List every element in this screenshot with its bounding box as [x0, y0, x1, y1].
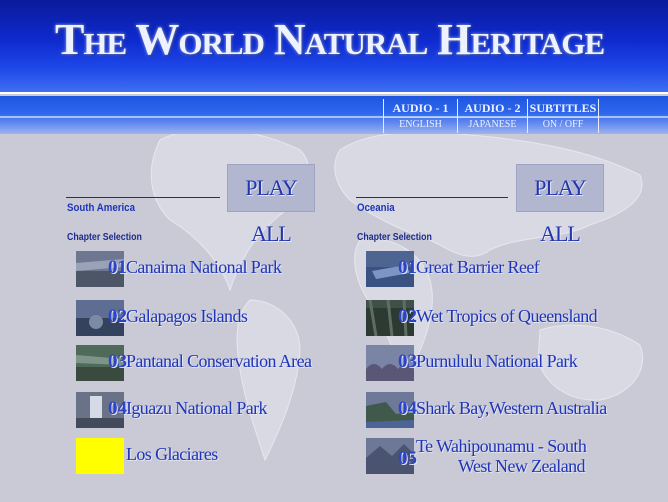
chapter-label: Canaima National Park — [126, 257, 282, 277]
chapter-number: 03 — [108, 351, 127, 372]
subtitles-label: SUBTITLES — [529, 101, 597, 115]
chapter-label: Pantanal Conservation Area — [126, 351, 312, 371]
region-label-south-america: South America — [67, 202, 135, 214]
chapter-label: Purnululu National Park — [416, 351, 578, 371]
chapter-number: 03 — [398, 351, 417, 372]
chapter-label: Los Glaciares — [126, 444, 218, 464]
chapter-number: 01 — [108, 257, 127, 278]
menu-title: The World Natural Heritage — [55, 15, 605, 64]
chapter-label: Galapagos Islands — [126, 306, 248, 326]
chapter-label: Iguazu National Park — [126, 398, 268, 418]
chapter-number: 04 — [398, 398, 417, 419]
play-all-button-south-america[interactable]: PLAY ALL — [227, 164, 315, 246]
audio-2-label: AUDIO - 2 — [464, 101, 521, 115]
chapter-label-line-2: West New Zealand — [458, 456, 586, 476]
chapter-number: 04 — [108, 398, 127, 419]
region-label-oceania: Oceania — [357, 202, 395, 214]
header-bar: The World Natural Heritage — [0, 0, 668, 92]
audio-1-label: AUDIO - 1 — [392, 101, 449, 115]
subtitles-value: ON / OFF — [528, 117, 598, 131]
audio-2-option[interactable]: AUDIO - 2 JAPANESE — [457, 99, 527, 133]
play-all-button-oceania[interactable]: PLAY ALL — [516, 164, 604, 246]
chapter-number: 02 — [108, 306, 127, 327]
header-divider — [0, 92, 668, 94]
audio-subtitle-options: AUDIO - 1 ENGLISH AUDIO - 2 JAPANESE SUB… — [383, 99, 599, 133]
section-rule — [66, 197, 220, 198]
audio-2-value: JAPANESE — [458, 117, 527, 131]
chapter-selection-heading: Chapter Selection — [67, 232, 142, 243]
audio-1-option[interactable]: AUDIO - 1 ENGLISH — [383, 99, 457, 133]
chapter-label: Te Wahipounamu - South — [416, 436, 587, 456]
chapter-number: 01 — [398, 257, 417, 278]
chapter-label: Wet Tropics of Queensland — [416, 306, 598, 326]
selection-highlight — [76, 438, 124, 474]
section-rule — [356, 197, 508, 198]
chapter-selection-heading: Chapter Selection — [357, 232, 432, 243]
audio-1-value: ENGLISH — [384, 117, 457, 131]
subtitles-option[interactable]: SUBTITLES ON / OFF — [527, 99, 599, 133]
chapter-number: 02 — [398, 306, 417, 327]
chapter-label: Shark Bay,Western Australia — [416, 398, 607, 418]
chapter-number: 05 — [398, 448, 417, 469]
chapter-label: Great Barrier Reef — [416, 257, 540, 277]
